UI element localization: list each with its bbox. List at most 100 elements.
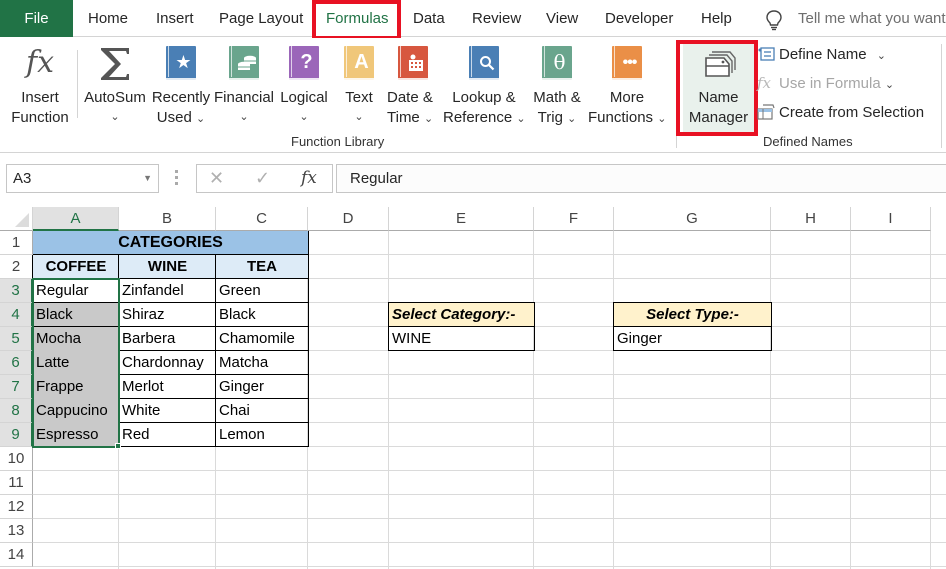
- formula-bar: A3 ▼ ✕ ✓ fx Regular: [0, 153, 946, 207]
- row-header-14[interactable]: 14: [0, 543, 33, 567]
- text-button[interactable]: A Text ⌄: [338, 38, 380, 138]
- row-header-9[interactable]: 9: [0, 423, 33, 447]
- tab-developer[interactable]: Developer: [605, 0, 673, 37]
- ribbon-formulas: fx Insert Function AutoSum ⌄ ★ Recently …: [0, 38, 946, 153]
- insert-function-label-1: Insert: [21, 89, 59, 106]
- tab-file[interactable]: File: [0, 0, 73, 37]
- header-cell[interactable]: COFFEE: [33, 255, 119, 279]
- table-cell[interactable]: Black: [216, 303, 308, 327]
- insert-function-fx-icon[interactable]: fx: [301, 165, 317, 192]
- select-type-label[interactable]: Select Type:-: [614, 303, 771, 327]
- row-header-3[interactable]: 3: [0, 279, 33, 303]
- table-cell[interactable]: Espresso: [33, 423, 119, 447]
- use-in-formula-button[interactable]: fx Use in Formula ⌄: [757, 73, 894, 95]
- select-category-divider: [389, 326, 534, 327]
- row-header-11[interactable]: 11: [0, 471, 33, 495]
- table-border: [308, 231, 309, 447]
- column-header-i[interactable]: I: [851, 207, 931, 231]
- table-cell[interactable]: Ginger: [216, 375, 308, 399]
- select-category-label[interactable]: Select Category:-: [389, 303, 534, 327]
- table-cell[interactable]: Green: [216, 279, 308, 303]
- formula-input[interactable]: Regular: [336, 164, 946, 193]
- row-header-4[interactable]: 4: [0, 303, 33, 327]
- insert-function-label-2: Function: [11, 108, 69, 126]
- function-library-group-label: Function Library: [291, 134, 385, 149]
- table-cell[interactable]: Lemon: [216, 423, 308, 447]
- tab-help[interactable]: Help: [701, 0, 732, 37]
- table-cell[interactable]: Matcha: [216, 351, 308, 375]
- table-cell[interactable]: Cappucino: [33, 399, 119, 423]
- more-functions-button[interactable]: ••• More Functions ⌄: [588, 38, 666, 138]
- categories-title-cell[interactable]: CATEGORIES: [33, 231, 308, 255]
- insert-function-button[interactable]: fx Insert Function: [5, 38, 75, 138]
- select-type-value[interactable]: Ginger: [614, 327, 771, 351]
- row-header-2[interactable]: 2: [0, 255, 33, 279]
- column-header-e[interactable]: E: [389, 207, 534, 231]
- column-header-g[interactable]: G: [614, 207, 771, 231]
- row-header-5[interactable]: 5: [0, 327, 33, 351]
- column-header-f[interactable]: F: [534, 207, 614, 231]
- table-cell[interactable]: Zinfandel: [119, 279, 216, 303]
- row-header-10[interactable]: 10: [0, 447, 33, 471]
- worksheet-grid[interactable]: A B C D E F G H I 1 2 3 4 5 6 7 8 9 10 11 12 13 14 CATEGORIES CO…: [0, 207, 946, 569]
- fill-handle[interactable]: [115, 443, 121, 449]
- row-header-6[interactable]: 6: [0, 351, 33, 375]
- text-label: Text: [345, 89, 373, 106]
- select-category-value[interactable]: WINE: [389, 327, 534, 351]
- table-border: [119, 326, 309, 327]
- table-cell[interactable]: Red: [119, 423, 216, 447]
- table-cell[interactable]: Regular: [33, 279, 119, 303]
- table-cell[interactable]: Mocha: [33, 327, 119, 351]
- define-name-button[interactable]: Define Name ⌄: [757, 44, 886, 66]
- table-cell[interactable]: Shiraz: [119, 303, 216, 327]
- table-cell[interactable]: Latte: [33, 351, 119, 375]
- math-trig-button[interactable]: θ Math & Trig ⌄: [529, 38, 585, 138]
- table-cell[interactable]: Chardonnay: [119, 351, 216, 375]
- tab-view[interactable]: View: [546, 0, 578, 37]
- tab-review[interactable]: Review: [472, 0, 521, 37]
- more-functions-label-2: Functions: [588, 108, 654, 126]
- table-cell[interactable]: Merlot: [119, 375, 216, 399]
- lookup-reference-button[interactable]: Lookup & Reference ⌄: [443, 38, 526, 138]
- cancel-icon[interactable]: ✕: [209, 165, 224, 192]
- enter-icon[interactable]: ✓: [255, 165, 270, 192]
- create-from-selection-button[interactable]: Create from Selection: [757, 102, 924, 124]
- column-header-d[interactable]: D: [308, 207, 389, 231]
- column-header-b[interactable]: B: [119, 207, 216, 231]
- row-header-13[interactable]: 13: [0, 519, 33, 543]
- select-all-button[interactable]: [0, 207, 33, 231]
- header-cell[interactable]: TEA: [216, 255, 308, 279]
- row-header-8[interactable]: 8: [0, 399, 33, 423]
- fx-icon: fx: [25, 45, 55, 80]
- table-cell[interactable]: Barbera: [119, 327, 216, 351]
- row-header-12[interactable]: 12: [0, 495, 33, 519]
- column-header-a[interactable]: A: [33, 207, 119, 231]
- table-cell[interactable]: Chamomile: [216, 327, 308, 351]
- date-time-button[interactable]: Date & Time ⌄: [387, 38, 439, 138]
- math-trig-label-2: Trig: [537, 108, 563, 126]
- tab-data[interactable]: Data: [413, 0, 445, 37]
- chevron-down-icon: ⌄: [876, 50, 886, 62]
- table-cell[interactable]: Chai: [216, 399, 308, 423]
- tab-home[interactable]: Home: [88, 0, 128, 37]
- logical-button[interactable]: ? Logical ⌄: [276, 38, 332, 138]
- recently-used-button[interactable]: ★ Recently Used ⌄: [150, 38, 212, 138]
- header-cell[interactable]: WINE: [119, 255, 216, 279]
- row-header-1[interactable]: 1: [0, 231, 33, 255]
- dropdown-arrow-icon[interactable]: ▼: [143, 165, 152, 192]
- tab-insert[interactable]: Insert: [156, 0, 194, 37]
- formula-bar-resize-handle[interactable]: [175, 170, 179, 188]
- autosum-button[interactable]: AutoSum ⌄: [82, 38, 148, 138]
- column-header-c[interactable]: C: [216, 207, 308, 231]
- table-cell[interactable]: White: [119, 399, 216, 423]
- financial-button[interactable]: Financial ⌄: [213, 38, 275, 138]
- tab-page-layout[interactable]: Page Layout: [219, 0, 303, 37]
- table-cell[interactable]: Frappe: [33, 375, 119, 399]
- defined-names-group-label: Defined Names: [763, 134, 853, 149]
- row-header-7[interactable]: 7: [0, 375, 33, 399]
- chevron-down-icon: ⌄: [423, 112, 434, 125]
- recently-used-label-2: Used: [156, 108, 192, 126]
- name-box[interactable]: A3 ▼: [6, 164, 159, 193]
- table-cell[interactable]: Black: [33, 303, 119, 327]
- column-header-h[interactable]: H: [771, 207, 851, 231]
